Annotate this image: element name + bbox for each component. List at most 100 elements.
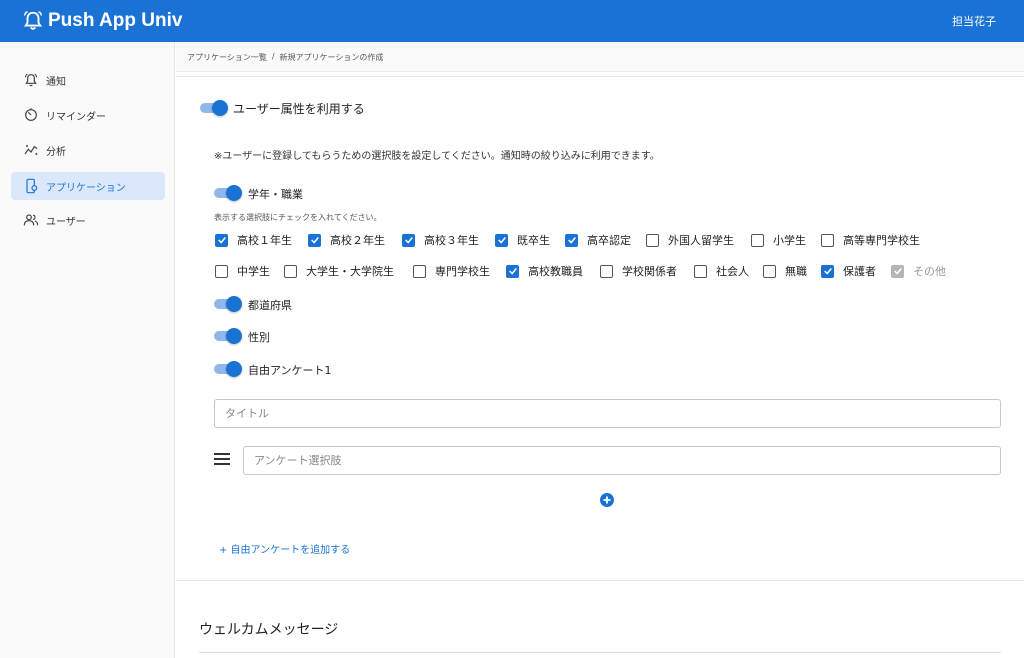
option-vocational-school[interactable]: 専門学校生 (413, 263, 490, 279)
option-working-adult[interactable]: 社会人 (694, 263, 749, 279)
welcome-message-heading: ウェルカムメッセージ (199, 622, 339, 638)
option-junior-high[interactable]: 中学生 (215, 263, 270, 279)
checkbox-checked-icon (565, 233, 578, 247)
option-high-school-1[interactable]: 高校１年生 (215, 232, 292, 248)
app-name: Push App Univ (48, 10, 183, 31)
checkbox-unchecked-icon (751, 233, 764, 247)
prefecture-toggle[interactable] (214, 296, 242, 312)
option-label: 社会人 (716, 265, 749, 278)
welcome-divider (199, 652, 1001, 653)
option-unemployed[interactable]: 無職 (763, 263, 807, 279)
option-label: 高等専門学校生 (843, 234, 920, 247)
checkbox-unchecked-icon (600, 264, 613, 278)
option-label: 高校３年生 (424, 234, 479, 247)
survey-title-input[interactable] (214, 399, 1001, 428)
main-content: アプリケーション一覧 / 新規アプリケーションの作成 ユーザー属性を利用する ※… (176, 42, 1024, 658)
breadcrumb-separator: / (271, 52, 275, 61)
free-survey-1-label: 自由アンケート1 (248, 364, 332, 377)
analytics-icon (22, 141, 40, 159)
option-label: 外国人留学生 (668, 234, 734, 247)
option-guardian[interactable]: 保護者 (821, 263, 876, 279)
free-survey-1-toggle[interactable] (214, 361, 242, 377)
option-university[interactable]: 大学生・大学院生 (284, 263, 394, 279)
survey-choice-input[interactable] (243, 446, 1001, 475)
drag-handle-icon[interactable] (214, 453, 230, 465)
checkbox-checked-icon (402, 233, 415, 247)
option-international-student[interactable]: 外国人留学生 (646, 232, 734, 248)
checkbox-unchecked-icon (763, 264, 776, 278)
gender-label: 性別 (248, 331, 270, 344)
user-name[interactable]: 担当花子 (952, 13, 996, 29)
checkbox-unchecked-icon (694, 264, 707, 278)
add-free-survey-link[interactable]: + 自由アンケートを追加する (219, 541, 350, 556)
bell-logo-icon (23, 11, 43, 30)
checkbox-unchecked-icon (821, 233, 834, 247)
option-label: 小学生 (773, 234, 806, 247)
option-label: 高校教職員 (528, 265, 583, 278)
attributes-note: ※ユーザーに登録してもらうための選択肢を設定してください。通知時の絞り込みに利用… (214, 151, 660, 162)
checkbox-unchecked-icon (646, 233, 659, 247)
breadcrumb-current: 新規アプリケーションの作成 (279, 53, 384, 62)
option-label: 中学生 (237, 265, 270, 278)
option-graduate[interactable]: 既卒生 (495, 232, 550, 248)
sidebar-item-label: 分析 (46, 146, 66, 158)
plus-icon (603, 496, 611, 504)
checkbox-checked-icon (308, 233, 321, 247)
app-logo[interactable]: Push App Univ (22, 10, 182, 32)
checkbox-unchecked-icon (215, 264, 228, 278)
grade-occupation-label: 学年・職業 (248, 188, 303, 201)
option-label: 大学生・大学院生 (306, 265, 394, 278)
option-high-school-staff[interactable]: 高校教職員 (506, 263, 583, 279)
sidebar-item-applications[interactable]: アプリケーション (11, 172, 165, 200)
option-label: 高校１年生 (237, 234, 292, 247)
option-school-related[interactable]: 学校関係者 (600, 263, 677, 279)
sidebar-item-label: リマインダー (46, 111, 106, 123)
option-elementary[interactable]: 小学生 (751, 232, 806, 248)
checkbox-unchecked-icon (284, 264, 297, 278)
sidebar-item-notifications[interactable]: 通知 (11, 66, 165, 94)
section-divider (176, 580, 1024, 581)
gender-toggle[interactable] (214, 328, 242, 344)
checkbox-checked-icon (495, 233, 508, 247)
use-attributes-label: ユーザー属性を利用する (233, 102, 365, 116)
option-label: 高卒認定 (587, 234, 631, 247)
breadcrumb: アプリケーション一覧 / 新規アプリケーションの作成 (187, 52, 383, 63)
checkbox-unchecked-icon (413, 264, 426, 278)
use-attributes-toggle[interactable] (200, 100, 228, 116)
option-label: 高校２年生 (330, 234, 385, 247)
option-label: その他 (913, 265, 946, 278)
bell-icon (22, 71, 40, 89)
divider (176, 76, 1024, 77)
sidebar-item-analytics[interactable]: 分析 (11, 136, 165, 164)
sidebar-item-users[interactable]: ユーザー (11, 206, 165, 234)
sidebar-item-label: アプリケーション (46, 182, 126, 194)
option-label: 既卒生 (517, 234, 550, 247)
option-high-school-equivalency[interactable]: 高卒認定 (565, 232, 631, 248)
option-technical-college[interactable]: 高等専門学校生 (821, 232, 920, 248)
timer-icon (22, 106, 40, 124)
grade-occupation-toggle[interactable] (214, 185, 242, 201)
add-choice-button[interactable] (600, 493, 614, 507)
checkbox-checked-disabled-icon (891, 264, 904, 278)
phone-settings-icon (22, 177, 40, 195)
sidebar: 通知 リマインダー 分析 アプリケーション ユーザー (0, 42, 175, 658)
option-label: 保護者 (843, 265, 876, 278)
prefecture-label: 都道府県 (248, 299, 292, 312)
breadcrumb-bar: アプリケーション一覧 / 新規アプリケーションの作成 (176, 42, 1024, 72)
sidebar-item-label: ユーザー (46, 216, 86, 228)
breadcrumb-link-app-list[interactable]: アプリケーション一覧 (187, 52, 267, 63)
option-high-school-3[interactable]: 高校３年生 (402, 232, 479, 248)
checkbox-checked-icon (215, 233, 228, 247)
checkbox-checked-icon (821, 264, 834, 278)
option-other: その他 (891, 263, 946, 279)
option-label: 無職 (785, 265, 807, 278)
grade-hint: 表示する選択肢にチェックを入れてください。 (214, 213, 382, 222)
option-label: 専門学校生 (435, 265, 490, 278)
users-icon (22, 211, 40, 229)
sidebar-item-reminders[interactable]: リマインダー (11, 101, 165, 129)
checkbox-checked-icon (506, 264, 519, 278)
option-label: 学校関係者 (622, 265, 677, 278)
sidebar-item-label: 通知 (46, 76, 66, 88)
app-header: Push App Univ 担当花子 (0, 0, 1024, 42)
option-high-school-2[interactable]: 高校２年生 (308, 232, 385, 248)
